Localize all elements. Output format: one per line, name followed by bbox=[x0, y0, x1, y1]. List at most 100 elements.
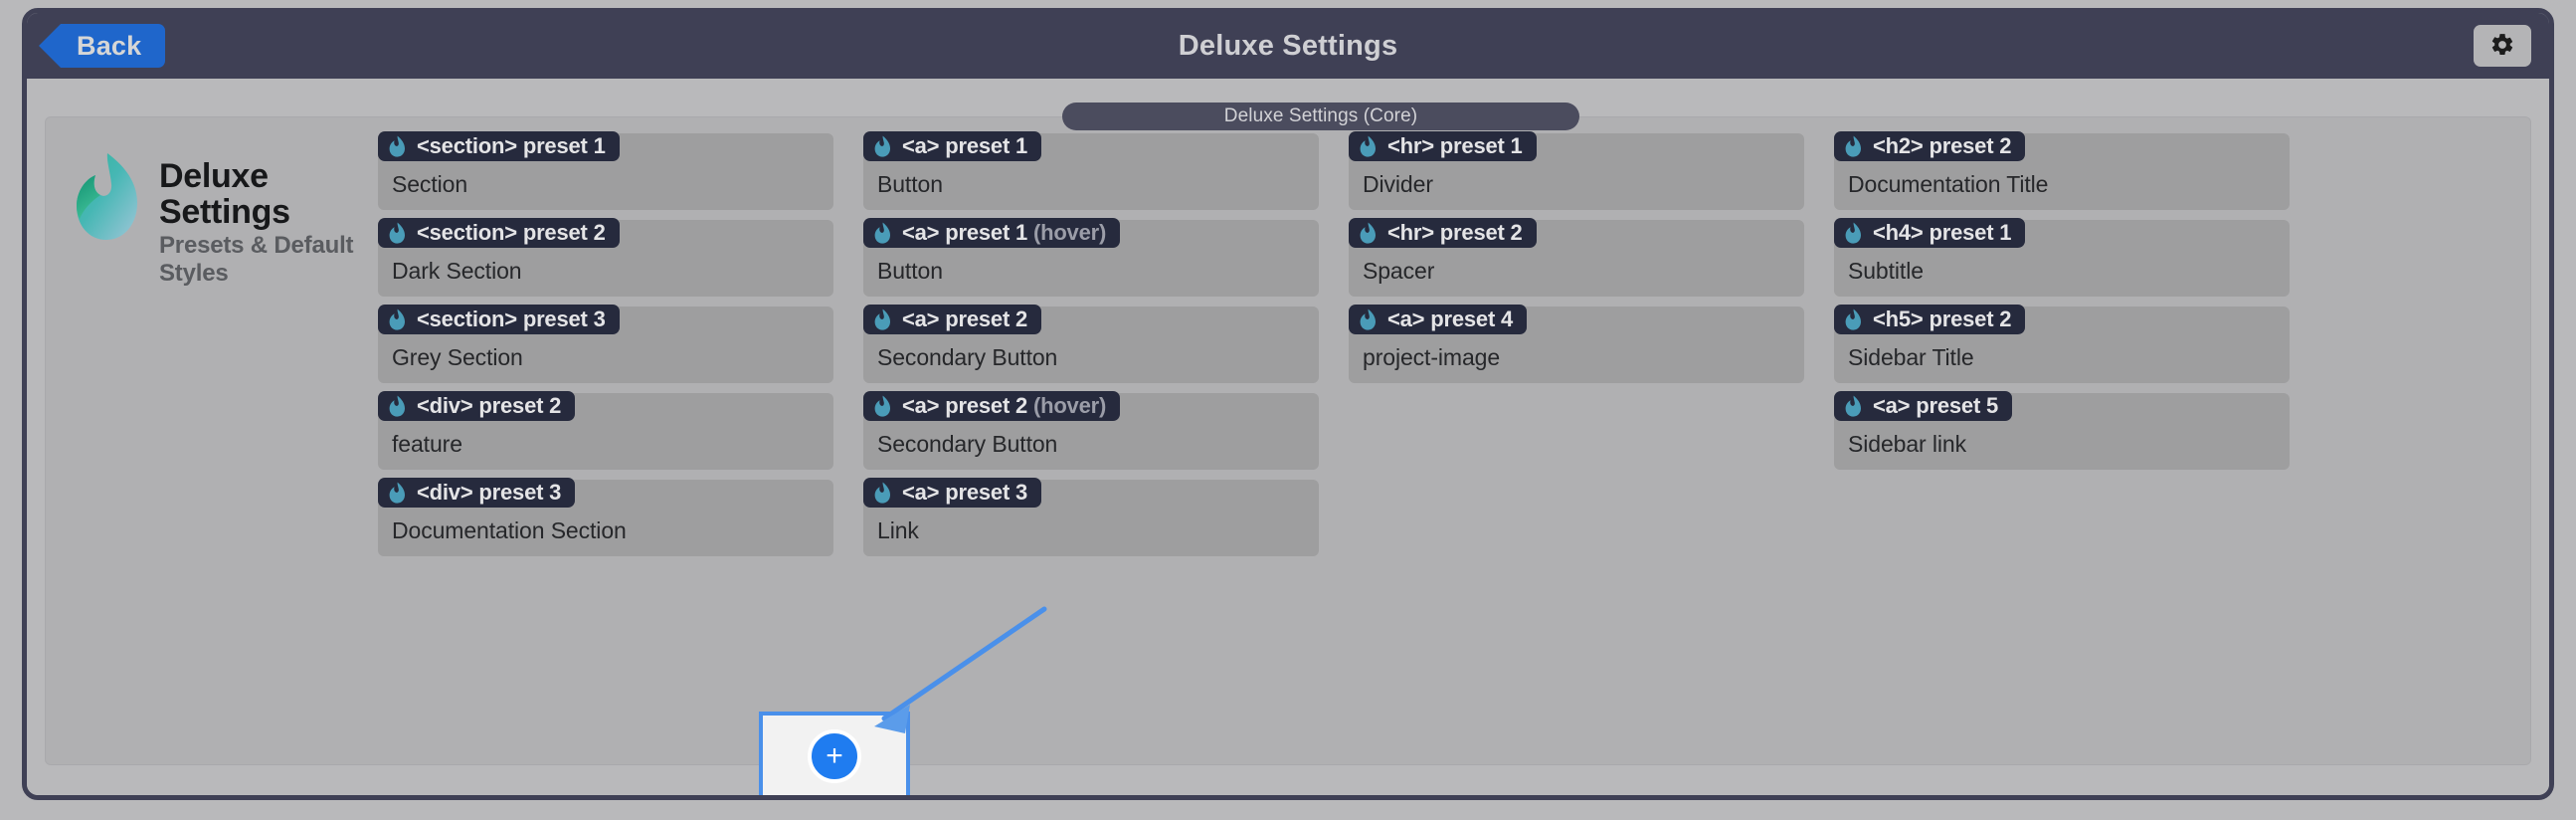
brand-title: Deluxe Settings bbox=[159, 157, 290, 231]
preset-badge-text: <div> preset 3 bbox=[417, 480, 562, 505]
droplet-icon bbox=[873, 135, 892, 157]
droplet-icon bbox=[1844, 222, 1863, 244]
preset-card[interactable]: <section> preset 2 Dark Section bbox=[378, 218, 833, 297]
preset-badge-text: <section> preset 2 bbox=[417, 220, 606, 245]
preset-badge: <a> preset 1 bbox=[863, 131, 1042, 161]
preset-badge-text: <a> preset 4 bbox=[1387, 307, 1514, 331]
droplet-icon bbox=[1844, 135, 1863, 157]
app-window: Back Deluxe Settings Deluxe Settings (Co… bbox=[22, 8, 2554, 800]
preset-card[interactable]: <div> preset 3 Documentation Section bbox=[378, 478, 833, 556]
preset-badge: <h2> preset 2 bbox=[1834, 131, 2026, 161]
droplet-icon bbox=[388, 222, 407, 244]
gear-icon bbox=[2489, 32, 2515, 61]
preset-badge: <h4> preset 1 bbox=[1834, 218, 2026, 248]
droplet-icon bbox=[1844, 308, 1863, 330]
preset-label: Sidebar link bbox=[1848, 431, 1966, 457]
droplet-icon bbox=[1359, 135, 1378, 157]
droplet-icon bbox=[388, 395, 407, 417]
preset-badge: <hr> preset 1 bbox=[1349, 131, 1537, 161]
preset-card[interactable]: <a> preset 1 (hover) Button bbox=[863, 218, 1319, 297]
preset-badge: <a> preset 2 bbox=[863, 305, 1042, 334]
droplet-icon bbox=[1359, 222, 1378, 244]
preset-badge: <a> preset 5 bbox=[1834, 391, 2013, 421]
droplet-icon bbox=[873, 395, 892, 417]
preset-badge-text: <a> preset 5 bbox=[1873, 393, 1999, 418]
droplet-icon bbox=[388, 135, 407, 157]
preset-card[interactable]: <a> preset 2 Secondary Button bbox=[863, 305, 1319, 383]
preset-card[interactable]: <section> preset 3 Grey Section bbox=[378, 305, 833, 383]
preset-card[interactable]: <h2> preset 2 Documentation Title bbox=[1834, 131, 2290, 210]
preset-badge-text: <a> preset 3 bbox=[902, 480, 1028, 505]
preset-badge-text: <h2> preset 2 bbox=[1873, 133, 2012, 158]
preset-card[interactable]: <h5> preset 2 Sidebar Title bbox=[1834, 305, 2290, 383]
preset-badge: <a> preset 2 (hover) bbox=[863, 391, 1121, 421]
preset-column-3: <hr> preset 1 Divider <hr> preset 2 Spacer <… bbox=[1349, 131, 1804, 750]
preset-card[interactable]: <a> preset 2 (hover) Secondary Button bbox=[863, 391, 1319, 470]
preset-badge: <section> preset 3 bbox=[378, 305, 620, 334]
droplet-icon bbox=[873, 222, 892, 244]
settings-gear-button[interactable] bbox=[2474, 25, 2531, 67]
preset-card[interactable]: <a> preset 3 Link bbox=[863, 478, 1319, 556]
preset-card[interactable]: <a> preset 4 project-image bbox=[1349, 305, 1804, 383]
preset-label: Section bbox=[392, 171, 468, 197]
preset-card[interactable]: <a> preset 5 Sidebar link bbox=[1834, 391, 2290, 470]
preset-label: Link bbox=[877, 517, 919, 543]
preset-label: Documentation Title bbox=[1848, 171, 2049, 197]
droplet-logo-icon bbox=[74, 151, 143, 243]
preset-label: project-image bbox=[1363, 344, 1501, 370]
preset-card[interactable]: <a> preset 1 Button bbox=[863, 131, 1319, 210]
preset-badge: <section> preset 2 bbox=[378, 218, 620, 248]
preset-panel: Deluxe Settings Presets & Default Styles… bbox=[45, 116, 2531, 765]
brand-subtitle: Presets & Default Styles bbox=[159, 232, 354, 288]
preset-label: Documentation Section bbox=[392, 517, 627, 543]
preset-label: Divider bbox=[1363, 171, 1433, 197]
preset-badge-text: <h5> preset 2 bbox=[1873, 307, 2012, 331]
preset-badge-text: <hr> preset 2 bbox=[1387, 220, 1523, 245]
preset-badge-state: (hover) bbox=[1032, 220, 1107, 245]
preset-card[interactable]: <hr> preset 2 Spacer bbox=[1349, 218, 1804, 297]
add-preset-button[interactable]: + bbox=[808, 729, 861, 783]
tab-deluxe-settings-core[interactable]: Deluxe Settings (Core) bbox=[1062, 102, 1579, 130]
preset-badge: <a> preset 3 bbox=[863, 478, 1042, 508]
preset-card[interactable]: <section> preset 1 Section bbox=[378, 131, 833, 210]
brand-block: Deluxe Settings Presets & Default Styles bbox=[60, 133, 378, 750]
droplet-icon bbox=[388, 308, 407, 330]
preset-badge-text: <a> preset 1 bbox=[902, 133, 1028, 158]
body-area: Deluxe Settings (Core) Deluxe Settings P… bbox=[27, 79, 2549, 795]
preset-badge-text: <a> preset 2 (hover) bbox=[902, 393, 1107, 418]
droplet-icon bbox=[873, 308, 892, 330]
add-preset-tile[interactable]: + bbox=[759, 712, 910, 795]
droplet-icon bbox=[388, 482, 407, 504]
preset-label: Sidebar Title bbox=[1848, 344, 1974, 370]
preset-badge: <section> preset 1 bbox=[378, 131, 620, 161]
preset-label: Spacer bbox=[1363, 258, 1435, 284]
preset-label: Grey Section bbox=[392, 344, 523, 370]
preset-badge-text: <a> preset 1 (hover) bbox=[902, 220, 1107, 245]
preset-label: Secondary Button bbox=[877, 431, 1058, 457]
preset-badge-text: <section> preset 1 bbox=[417, 133, 606, 158]
preset-badge: <hr> preset 2 bbox=[1349, 218, 1537, 248]
preset-label: Secondary Button bbox=[877, 344, 1058, 370]
preset-badge-text: <h4> preset 1 bbox=[1873, 220, 2012, 245]
preset-label: feature bbox=[392, 431, 462, 457]
preset-label: Button bbox=[877, 171, 943, 197]
header-bar: Back Deluxe Settings bbox=[27, 13, 2549, 79]
preset-card[interactable]: <h4> preset 1 Subtitle bbox=[1834, 218, 2290, 297]
preset-label: Button bbox=[877, 258, 943, 284]
back-button[interactable]: Back bbox=[39, 24, 166, 68]
preset-badge: <h5> preset 2 bbox=[1834, 305, 2026, 334]
preset-badge-text: <a> preset 2 bbox=[902, 307, 1028, 331]
preset-badge: <a> preset 4 bbox=[1349, 305, 1528, 334]
preset-badge-state: (hover) bbox=[1032, 393, 1107, 418]
preset-card[interactable]: <hr> preset 1 Divider bbox=[1349, 131, 1804, 210]
droplet-icon bbox=[873, 482, 892, 504]
preset-column-1: <section> preset 1 Section <section> prese… bbox=[378, 131, 833, 750]
preset-label: Dark Section bbox=[392, 258, 522, 284]
preset-badge: <a> preset 1 (hover) bbox=[863, 218, 1121, 248]
preset-card[interactable]: <div> preset 2 feature bbox=[378, 391, 833, 470]
page-title: Deluxe Settings bbox=[1178, 29, 1398, 62]
preset-badge: <div> preset 2 bbox=[378, 391, 576, 421]
preset-badge-text: <hr> preset 1 bbox=[1387, 133, 1523, 158]
preset-column-4: <h2> preset 2 Documentation Title <h4> pre… bbox=[1834, 131, 2290, 750]
preset-label: Subtitle bbox=[1848, 258, 1924, 284]
